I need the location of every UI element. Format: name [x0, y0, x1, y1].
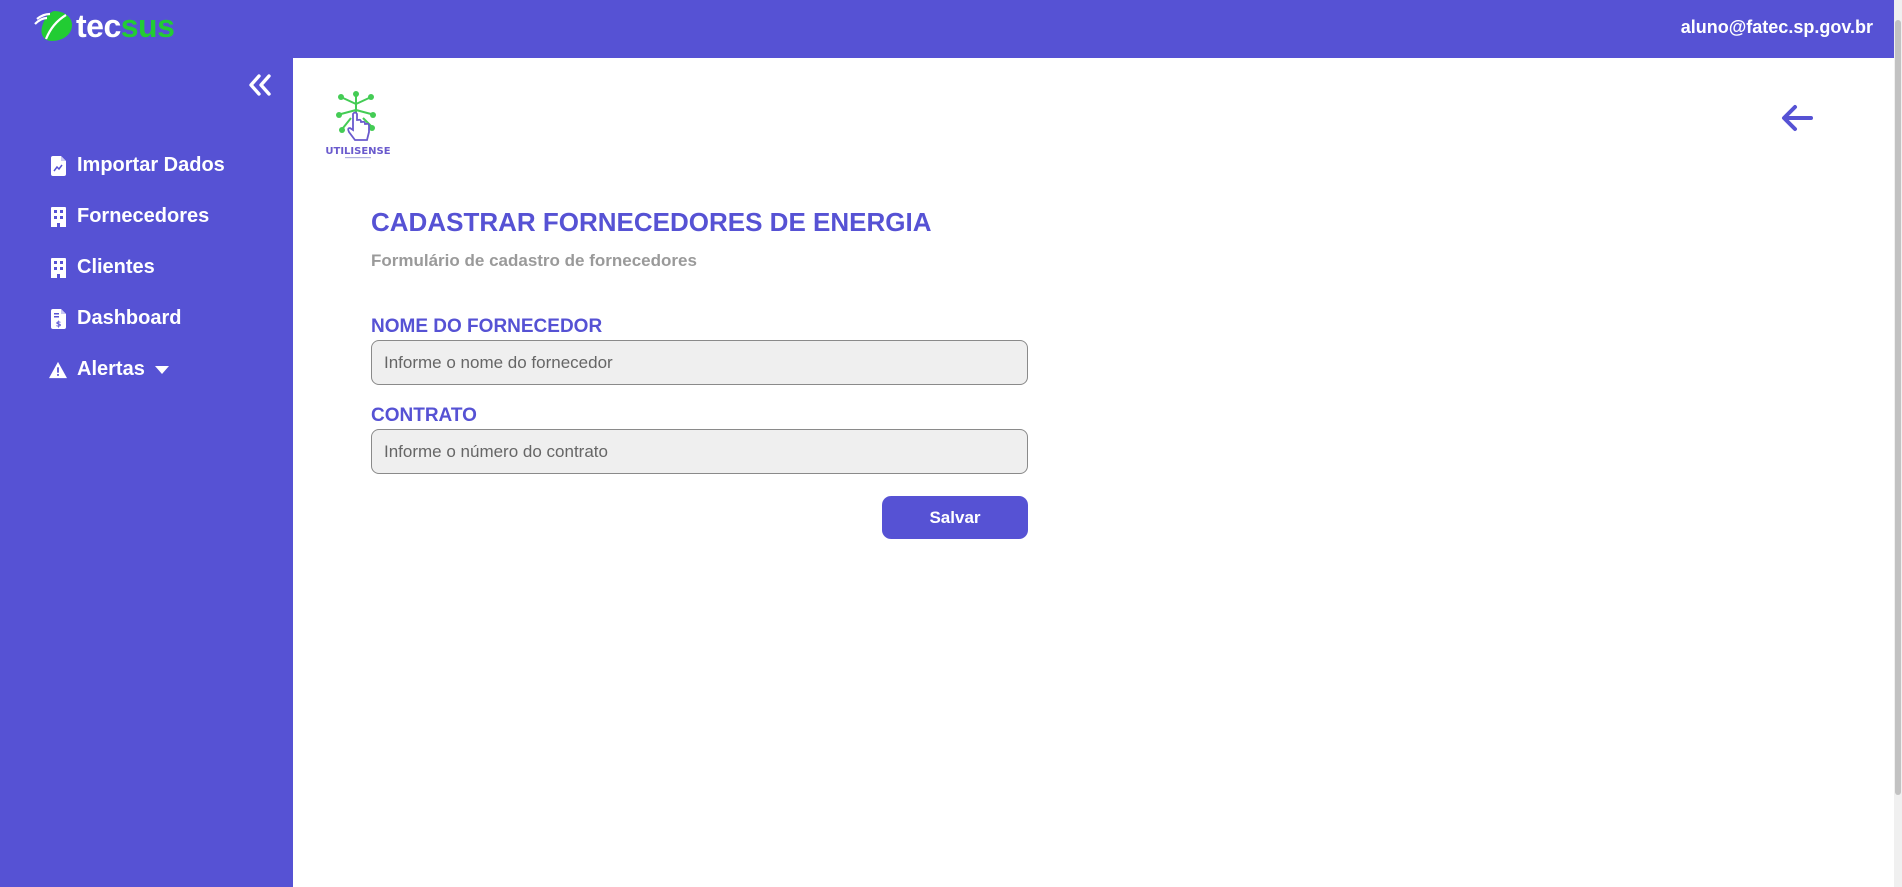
page-scrollbar[interactable] — [1894, 0, 1902, 887]
utilisense-logo: UTILISENSE — [323, 84, 393, 164]
brand-name: tecsus — [76, 8, 175, 44]
sidebar-nav: Importar Dados Fornecedores Clientes $ D… — [49, 140, 225, 395]
page-title: CADASTRAR FORNECEDORES DE ENERGIA — [371, 207, 932, 237]
building-icon — [49, 206, 67, 228]
warning-icon — [49, 359, 67, 381]
arrow-left-icon — [1782, 105, 1813, 131]
save-button[interactable]: Salvar — [882, 496, 1028, 539]
sidebar-item-alertas[interactable]: Alertas — [49, 344, 225, 395]
main-content: UTILISENSE CADASTRAR FORNECEDORES DE ENE… — [293, 58, 1894, 887]
building-icon — [49, 257, 67, 279]
sidebar-item-label: Fornecedores — [77, 205, 210, 227]
utilisense-logo-text: UTILISENSE — [325, 146, 390, 157]
leaf-logo-icon — [34, 11, 72, 41]
sidebar: Importar Dados Fornecedores Clientes $ D… — [0, 58, 293, 887]
file-chart-icon — [49, 155, 67, 177]
page-subtitle: Formulário de cadastro de fornecedores — [371, 251, 697, 270]
top-bar: tecsus aluno@fatec.sp.gov.br — [0, 0, 1902, 58]
sidebar-item-label: Alertas — [77, 358, 145, 380]
back-button[interactable] — [1779, 100, 1815, 136]
brand-logo[interactable]: tecsus — [34, 8, 175, 44]
sidebar-item-importar-dados[interactable]: Importar Dados — [49, 140, 225, 191]
file-invoice-dollar-icon: $ — [49, 308, 67, 330]
sidebar-item-dashboard[interactable]: $ Dashboard — [49, 293, 225, 344]
user-email[interactable]: aluno@fatec.sp.gov.br — [1681, 17, 1873, 38]
svg-text:$: $ — [55, 319, 61, 328]
sidebar-item-label: Clientes — [77, 256, 155, 278]
scrollbar-thumb[interactable] — [1895, 20, 1901, 795]
double-chevron-left-icon — [249, 74, 271, 96]
sidebar-item-label: Importar Dados — [77, 154, 225, 176]
contract-input[interactable] — [371, 429, 1028, 474]
sidebar-item-label: Dashboard — [77, 307, 182, 329]
caret-down-icon — [154, 365, 169, 374]
sidebar-item-fornecedores[interactable]: Fornecedores — [49, 191, 225, 242]
supplier-name-input[interactable] — [371, 340, 1028, 385]
supplier-name-label: NOME DO FORNECEDOR — [371, 316, 603, 337]
collapse-sidebar-button[interactable] — [244, 70, 274, 100]
contract-label: CONTRATO — [371, 405, 477, 426]
sidebar-item-clientes[interactable]: Clientes — [49, 242, 225, 293]
